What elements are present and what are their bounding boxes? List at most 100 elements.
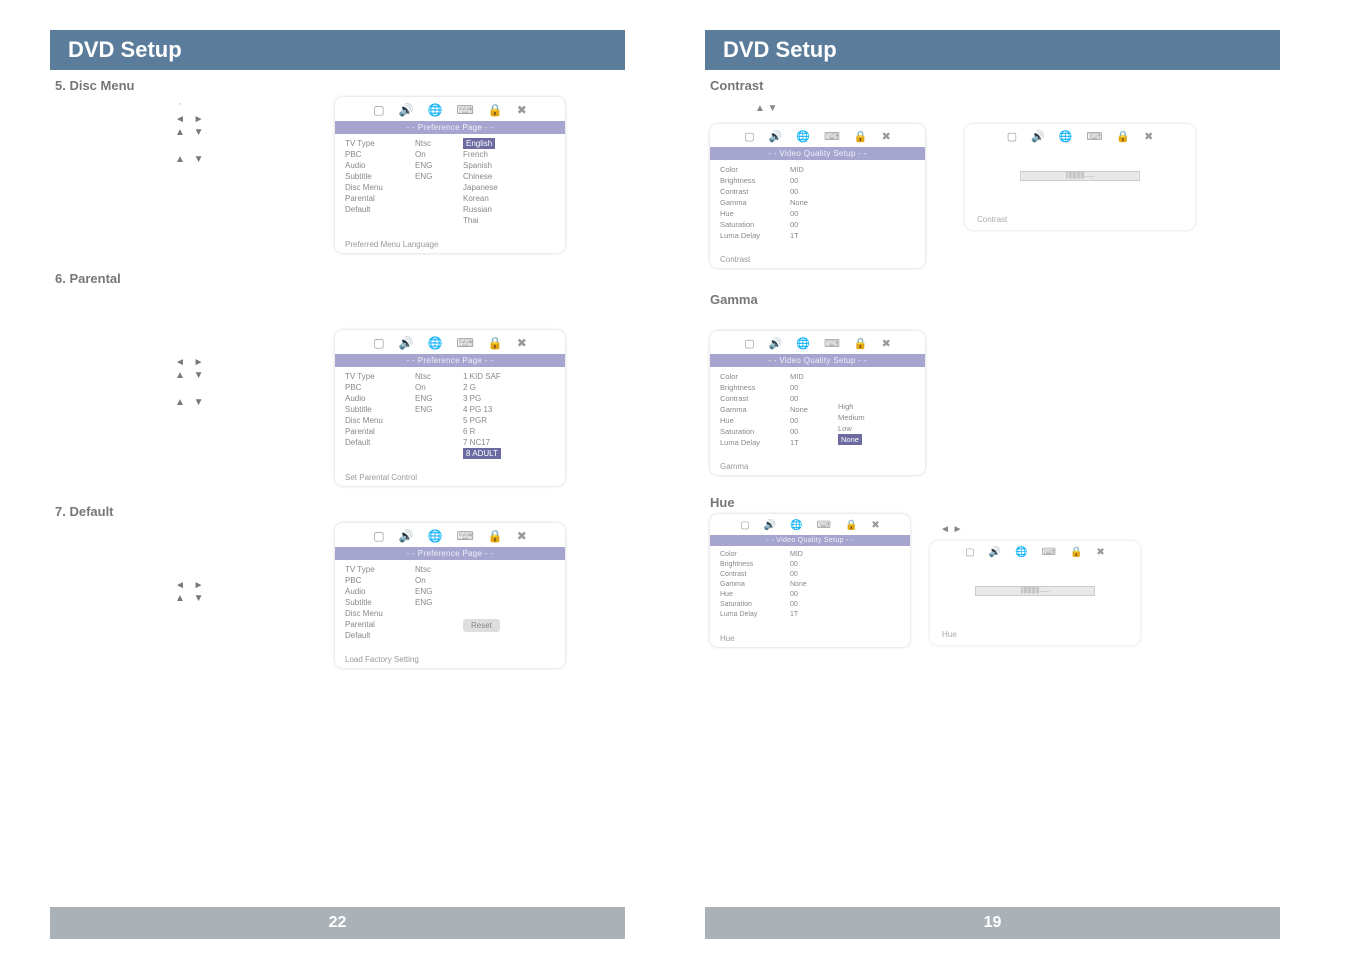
osd-option[interactable]: 6 R xyxy=(463,426,538,437)
osd-value: 00 xyxy=(790,186,830,197)
tools-icon: ✖ xyxy=(517,336,527,350)
page-title-left: DVD Setup xyxy=(50,30,625,70)
osd-item: Brightness xyxy=(720,175,782,186)
lock-icon: 🔒 xyxy=(488,336,503,350)
tools-icon: ✖ xyxy=(882,130,891,143)
osd-option[interactable]: Medium xyxy=(838,412,913,423)
osd-parental: ▢ 🔊 🌐 ⌨ 🔒 ✖ - - Preference Page - - TV T… xyxy=(335,330,565,486)
slider-track[interactable]: ||||||||||||||....... xyxy=(975,586,1095,596)
osd-item: Parental xyxy=(345,619,407,630)
tab-icon: ▢ xyxy=(740,520,749,531)
tools-icon: ✖ xyxy=(871,520,879,531)
osd-item: Color xyxy=(720,164,782,175)
osd-option[interactable]: Chinese xyxy=(463,171,538,182)
osd-option[interactable]: 5 PGR xyxy=(463,415,538,426)
osd-option[interactable]: 2 G xyxy=(463,382,538,393)
osd-hue: ▢ 🔊 🌐 ⌨ 🔒 ✖ - - Video Quality Setup - - … xyxy=(710,514,910,647)
arrow-ud-icon: ▲ ▼ xyxy=(175,126,207,139)
osd-option[interactable]: 7 NC17 xyxy=(463,437,538,448)
osd-option-selected[interactable]: 8 ADULT xyxy=(463,448,501,459)
nav-arrows: ▲ ▼ xyxy=(175,153,305,166)
osd-value: MID xyxy=(790,164,830,175)
osd-option[interactable]: French xyxy=(463,149,538,160)
tab-icon: ▢ xyxy=(965,547,974,558)
osd-item: Contrast xyxy=(720,393,782,404)
reset-button[interactable]: Reset xyxy=(463,619,500,632)
speaker-icon: 🔊 xyxy=(399,336,414,350)
osd-footer: Set Parental Control xyxy=(335,467,565,486)
osd-footer: Preferred Menu Language xyxy=(335,234,565,253)
osd-item: Audio xyxy=(345,160,407,171)
osd-option[interactable]: Russian xyxy=(463,204,538,215)
globe-icon: 🌐 xyxy=(796,337,810,350)
page-left: DVD Setup 5. Disc Menu , ◄ ► ▲ ▼ ▲ ▼ xyxy=(0,0,675,954)
osd-option[interactable]: Korean xyxy=(463,193,538,204)
tools-icon: ✖ xyxy=(1096,547,1104,558)
heading-hue: Hue xyxy=(710,495,1350,510)
arrow-lr-icon: ◄ ► xyxy=(940,524,963,535)
osd-item: Subtitle xyxy=(345,171,407,182)
osd-option[interactable]: Spanish xyxy=(463,160,538,171)
osd-value: ENG xyxy=(415,597,455,608)
osd-value: 00 xyxy=(790,382,830,393)
globe-icon: 🌐 xyxy=(428,336,443,350)
osd-option[interactable]: Japanese xyxy=(463,182,538,193)
osd-value: On xyxy=(415,149,455,160)
osd-value: 00 xyxy=(790,426,830,437)
heading-gamma: Gamma xyxy=(710,292,1350,307)
osd-option-selected[interactable]: English xyxy=(463,138,495,149)
tab-icon: ▢ xyxy=(373,336,384,350)
osd-option-selected[interactable]: None xyxy=(838,434,862,445)
osd-item: Luma Delay xyxy=(720,437,782,448)
osd-option[interactable]: 3 PG xyxy=(463,393,538,404)
osd-value: 00 xyxy=(790,208,830,219)
osd-value: 00 xyxy=(790,600,830,610)
keyboard-icon: ⌨ xyxy=(456,103,473,117)
osd-value: 00 xyxy=(790,560,830,570)
arrow-lr-icon: ◄ ► xyxy=(175,113,207,126)
speaker-icon: 🔊 xyxy=(769,130,783,143)
page-number-left: 22 xyxy=(50,907,625,939)
osd-item: Disc Menu xyxy=(345,182,407,193)
osd-item: Default xyxy=(345,437,407,448)
speaker-icon: 🔊 xyxy=(399,103,414,117)
osd-item: Luma Delay xyxy=(720,610,782,620)
osd-item: Brightness xyxy=(720,560,782,570)
page-number-right: 19 xyxy=(705,907,1280,939)
arrow-ud-icon: ▲ ▼ xyxy=(175,153,207,166)
osd-item: Audio xyxy=(345,586,407,597)
arrow-ud-icon: ▲ ▼ xyxy=(755,103,778,114)
tools-icon: ✖ xyxy=(517,103,527,117)
osd-value: MID xyxy=(790,371,830,382)
osd-item: Contrast xyxy=(720,570,782,580)
tools-icon: ✖ xyxy=(882,337,891,350)
slider-track[interactable]: ||||||||||||||....... xyxy=(1020,171,1140,181)
osd-header: - - Video Quality Setup - - xyxy=(710,535,910,546)
osd-item: Luma Delay xyxy=(720,230,782,241)
osd-value: ENG xyxy=(415,404,455,415)
heading-parental: 6. Parental xyxy=(55,271,675,286)
osd-default: ▢ 🔊 🌐 ⌨ 🔒 ✖ - - Preference Page - - TV T… xyxy=(335,523,565,668)
keyboard-icon: ⌨ xyxy=(824,130,840,143)
osd-option[interactable]: Low xyxy=(838,423,913,434)
osd-option[interactable]: Thai xyxy=(463,215,538,226)
osd-item: Saturation xyxy=(720,426,782,437)
osd-item: TV Type xyxy=(345,138,407,149)
osd-item: PBC xyxy=(345,575,407,586)
lock-icon: 🔒 xyxy=(488,103,503,117)
lock-icon: 🔒 xyxy=(854,130,868,143)
osd-value: 00 xyxy=(790,219,830,230)
osd-option[interactable]: 4 PG 13 xyxy=(463,404,538,415)
osd-item: Parental xyxy=(345,426,407,437)
osd-item: Saturation xyxy=(720,600,782,610)
nav-arrows: ▲ ▼ xyxy=(175,396,305,409)
tab-icon: ▢ xyxy=(1007,130,1017,143)
osd-footer-contrast: Contrast xyxy=(710,249,925,268)
osd-value: 00 xyxy=(790,570,830,580)
osd-option[interactable]: High xyxy=(838,401,913,412)
tools-icon: ✖ xyxy=(517,529,527,543)
osd-option[interactable]: 1 KID SAF xyxy=(463,371,538,382)
osd-value: 00 xyxy=(790,415,830,426)
osd-item: Audio xyxy=(345,393,407,404)
lock-icon: 🔒 xyxy=(854,337,868,350)
